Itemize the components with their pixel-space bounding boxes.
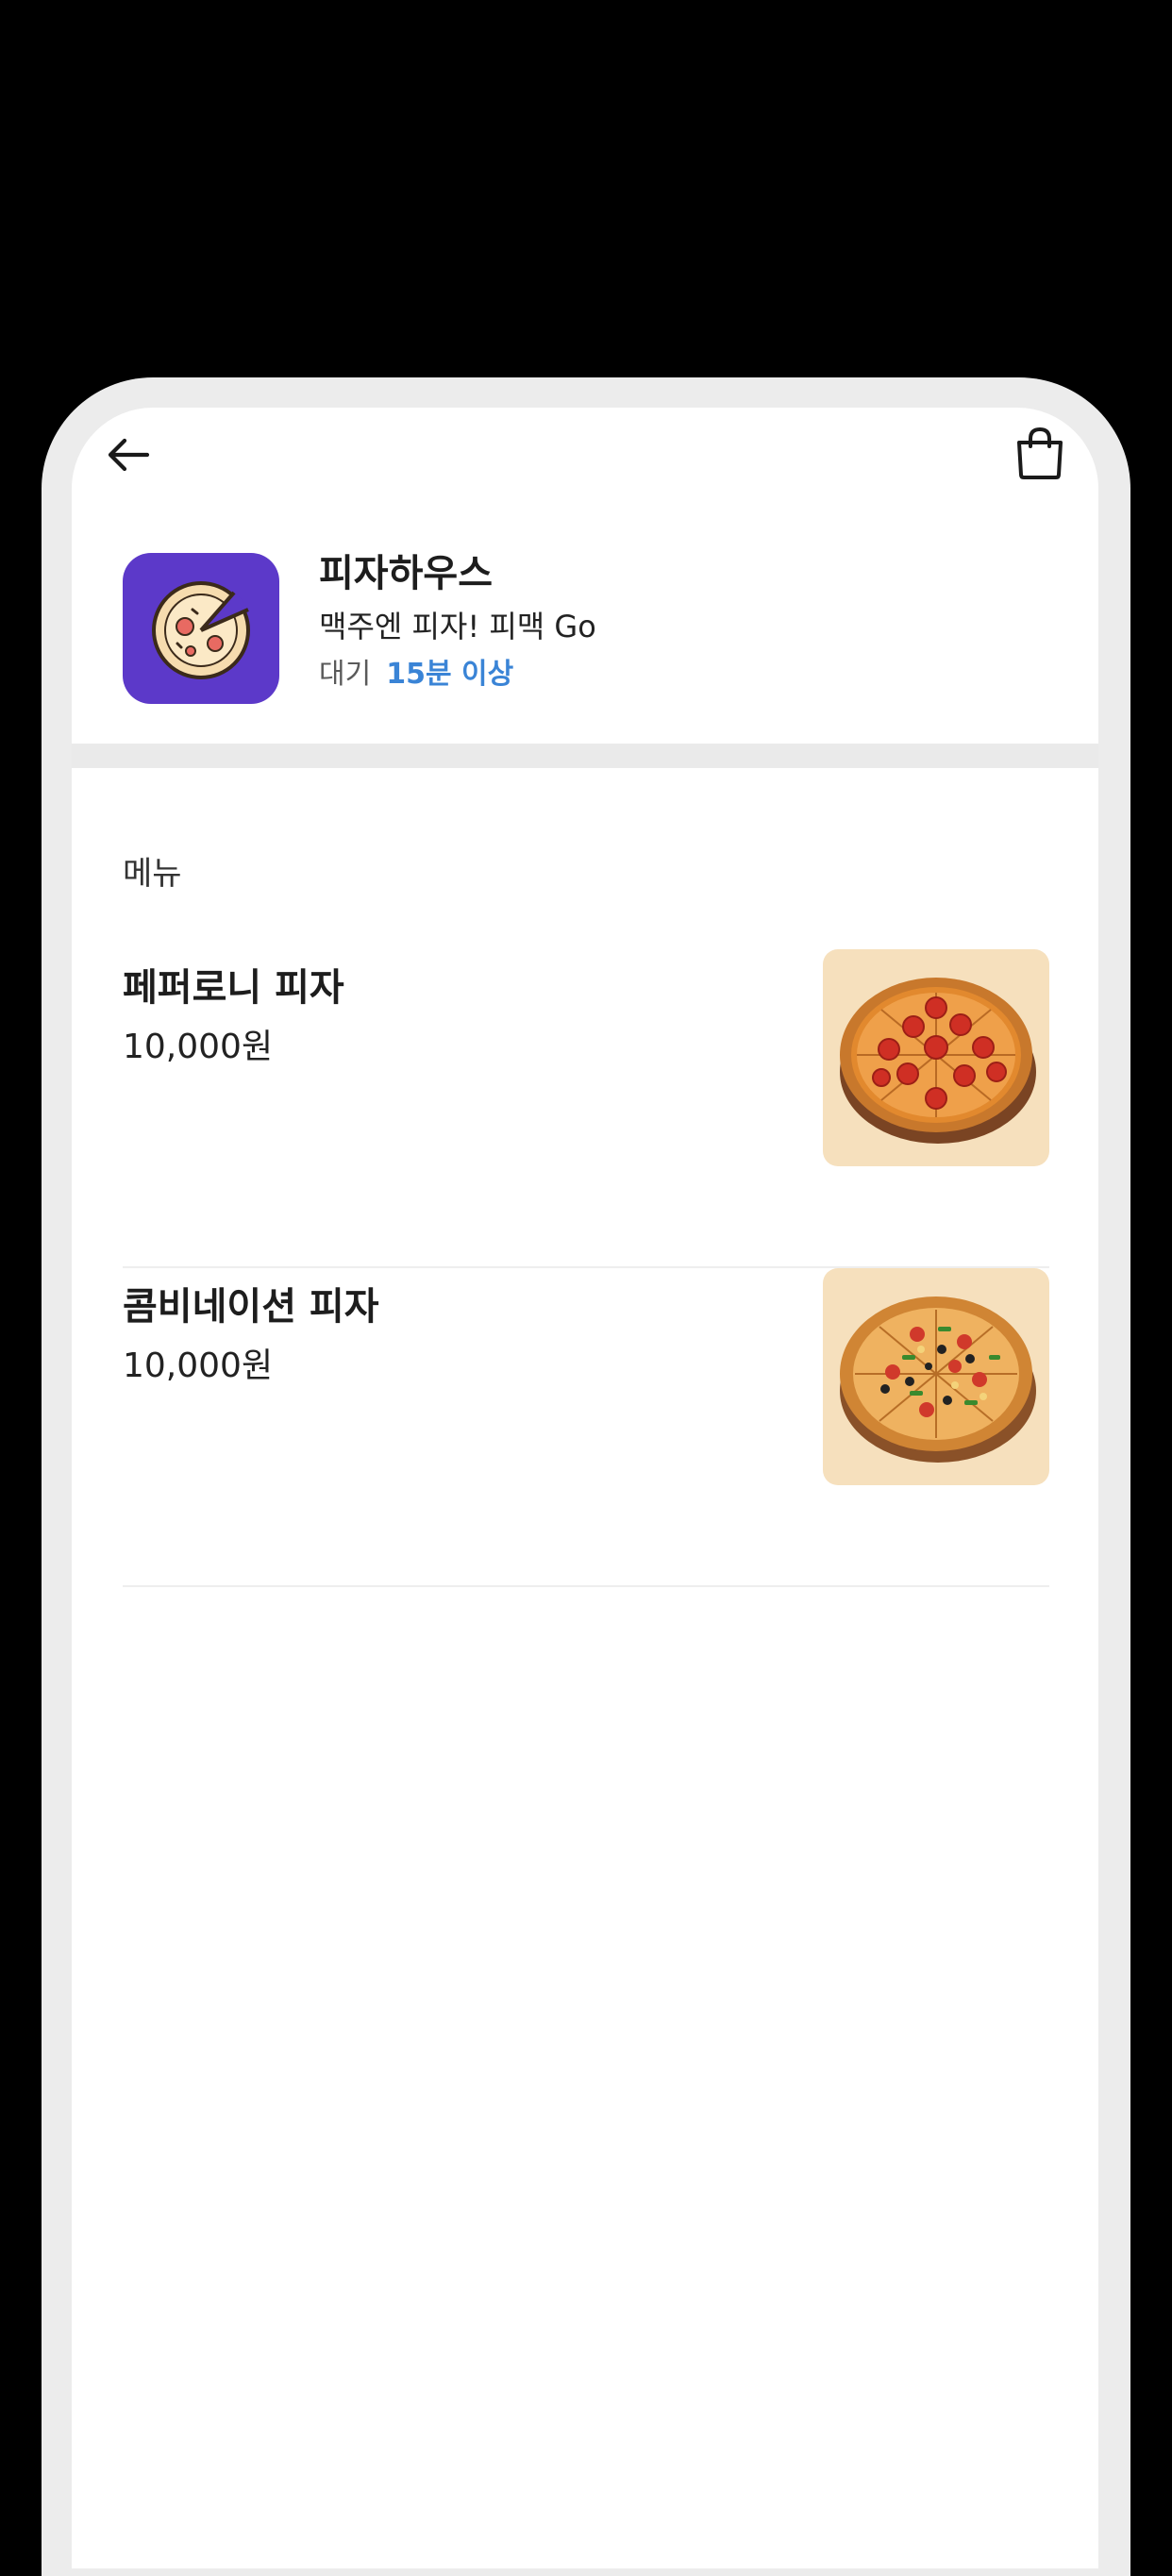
shopping-bag-icon — [1017, 427, 1063, 479]
store-name: 피자하우스 — [319, 552, 493, 595]
wait-label: 대기 — [319, 658, 372, 691]
wait-value: 15분 이상 — [386, 658, 514, 691]
menu-section-title: 메뉴 — [123, 855, 182, 893]
cart-button[interactable] — [1010, 423, 1070, 483]
section-divider — [72, 744, 1098, 768]
store-info: 피자하우스 맥주엔 피자! 피맥 Go 대기 15분 이상 — [319, 553, 596, 689]
top-bar — [72, 408, 1098, 502]
menu-item-price: 10,000원 — [123, 1028, 274, 1066]
pizza-slice-logo-icon — [152, 581, 250, 679]
menu-item-name: 콤비네이션 피자 — [123, 1285, 379, 1329]
menu-item-combination-pizza[interactable]: 콤비네이션 피자 10,000원 — [123, 1268, 1049, 1587]
store-wait-time: 대기 15분 이상 — [319, 661, 596, 689]
store-header: 피자하우스 맥주엔 피자! 피맥 Go 대기 15분 이상 — [123, 553, 1047, 713]
app-screen: 피자하우스 맥주엔 피자! 피맥 Go 대기 15분 이상 메뉴 페퍼로니 피자 … — [72, 408, 1098, 2568]
store-logo — [123, 553, 279, 704]
menu-item-pepperoni-pizza[interactable]: 페퍼로니 피자 10,000원 — [123, 949, 1049, 1268]
pepperoni-pizza-image — [823, 949, 1049, 1166]
menu-item-price: 10,000원 — [123, 1347, 274, 1385]
combination-pizza-image — [823, 1268, 1049, 1485]
store-tagline: 맥주엔 피자! 피맥 Go — [319, 609, 596, 644]
back-arrow-icon — [108, 438, 150, 472]
back-button[interactable] — [100, 427, 157, 483]
menu-item-name: 페퍼로니 피자 — [123, 966, 344, 1010]
